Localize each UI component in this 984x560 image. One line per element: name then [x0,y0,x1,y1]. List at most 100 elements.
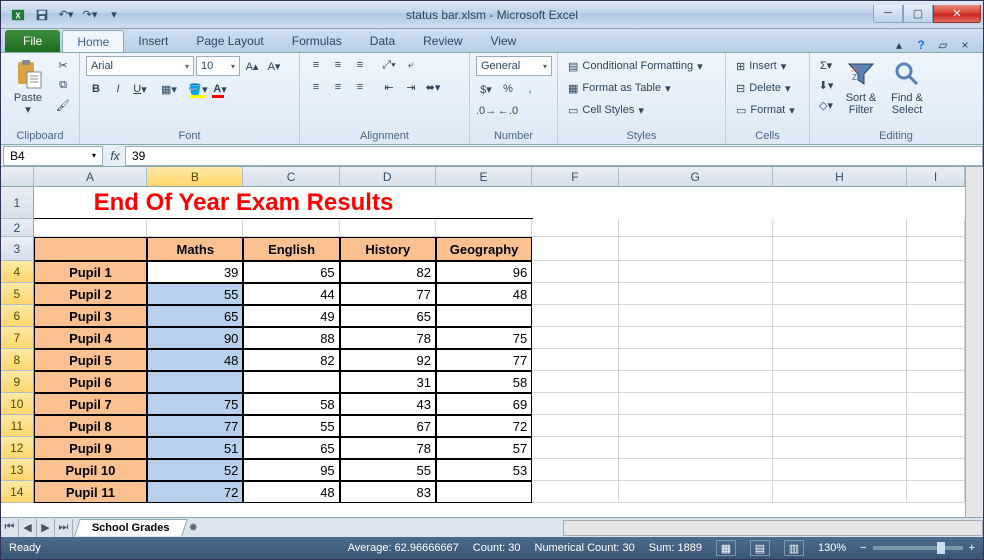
underline-icon[interactable]: U▾ [130,80,150,98]
find-select-button[interactable]: Find & Select [886,56,928,116]
bold-icon[interactable]: B [86,80,106,98]
maximize-button[interactable]: ▢ [903,5,933,23]
data-cell[interactable]: 78 [340,437,436,459]
data-cell[interactable]: 48 [436,283,532,305]
delete-cells-button[interactable]: ⊟Delete ▾ [732,78,795,98]
row-header-13[interactable]: 13 [1,459,34,481]
cut-icon[interactable]: ✂ [53,56,73,74]
cell[interactable] [907,481,965,503]
fill-color-icon[interactable]: 🪣▾ [188,80,208,98]
decrease-decimal-icon[interactable]: ←.0 [498,102,518,120]
row-header-3[interactable]: 3 [1,237,34,261]
column-header-H[interactable]: H [773,167,908,186]
cell[interactable] [773,393,908,415]
column-header-G[interactable]: G [619,167,773,186]
row-header-12[interactable]: 12 [1,437,34,459]
data-cell[interactable]: 44 [243,283,339,305]
row-header-14[interactable]: 14 [1,481,34,503]
data-cell[interactable]: 72 [147,481,243,503]
cell[interactable] [907,371,965,393]
column-header-D[interactable]: D [340,167,436,186]
cell[interactable] [773,371,908,393]
cell[interactable] [619,349,773,371]
cell[interactable] [773,437,908,459]
cell[interactable] [532,371,619,393]
cell[interactable] [619,327,773,349]
cell[interactable] [773,327,908,349]
tab-formulas[interactable]: Formulas [278,30,356,52]
cell[interactable] [773,187,907,219]
page-layout-view-icon[interactable]: ▤ [750,540,770,556]
row-header-4[interactable]: 4 [1,261,34,283]
data-cell[interactable]: 55 [340,459,436,481]
data-cell[interactable]: 83 [340,481,436,503]
data-cell[interactable] [436,305,532,327]
column-header-I[interactable]: I [907,167,965,186]
increase-indent-icon[interactable]: ⇥ [401,78,421,96]
zoom-slider[interactable] [873,546,963,550]
cell[interactable] [773,283,908,305]
cell[interactable] [773,481,908,503]
data-cell[interactable] [243,371,339,393]
cell[interactable] [907,187,965,219]
data-cell[interactable]: 67 [340,415,436,437]
close-workbook-icon[interactable]: × [957,38,973,52]
data-cell[interactable]: 48 [147,349,243,371]
data-cell[interactable] [436,481,532,503]
next-sheet-icon[interactable]: ▶ [37,519,55,537]
cell[interactable] [532,437,619,459]
data-cell[interactable]: 31 [340,371,436,393]
insert-cells-button[interactable]: ⊞Insert ▾ [732,56,790,76]
data-cell[interactable]: 58 [436,371,532,393]
cell[interactable] [532,237,619,261]
data-cell[interactable]: 77 [147,415,243,437]
grow-font-icon[interactable]: A▴ [242,57,262,75]
data-cell[interactable]: 78 [340,327,436,349]
column-header-B[interactable]: B [147,167,243,186]
cell[interactable] [619,237,773,261]
tab-file[interactable]: File [5,30,60,52]
format-as-table-button[interactable]: ▦Format as Table ▾ [564,78,675,98]
cell[interactable] [532,459,619,481]
cell[interactable] [533,187,620,219]
cell[interactable] [907,327,965,349]
data-cell[interactable]: 57 [436,437,532,459]
borders-icon[interactable]: ▦▾ [159,80,179,98]
wrap-text-icon[interactable]: ⤶ [401,56,421,74]
conditional-formatting-button[interactable]: ▤Conditional Formatting ▾ [564,56,707,76]
normal-view-icon[interactable]: ▦ [716,540,736,556]
zoom-out-icon[interactable]: − [860,542,866,554]
minimize-ribbon-icon[interactable]: ▴ [891,38,907,52]
data-cell[interactable]: 65 [147,305,243,327]
decrease-indent-icon[interactable]: ⇤ [379,78,399,96]
align-right-icon[interactable]: ≡ [350,78,370,96]
cell[interactable] [907,393,965,415]
data-cell[interactable]: 90 [147,327,243,349]
cell[interactable] [773,415,908,437]
data-cell[interactable]: 77 [340,283,436,305]
fill-icon[interactable]: ⬇▾ [816,76,836,94]
cell[interactable] [619,393,773,415]
data-cell[interactable]: 39 [147,261,243,283]
zoom-in-icon[interactable]: + [969,542,975,554]
row-header-11[interactable]: 11 [1,415,34,437]
cell[interactable] [773,237,908,261]
tab-insert[interactable]: Insert [124,30,182,52]
cell[interactable] [907,459,965,481]
data-cell[interactable]: 75 [436,327,532,349]
column-header-F[interactable]: F [532,167,619,186]
data-cell[interactable]: 65 [340,305,436,327]
cell[interactable] [619,415,773,437]
cell[interactable] [243,219,339,237]
cell[interactable] [532,327,619,349]
column-header-A[interactable]: A [34,167,148,186]
cell[interactable] [532,481,619,503]
tab-view[interactable]: View [477,30,531,52]
data-cell[interactable] [147,371,243,393]
row-header-7[interactable]: 7 [1,327,34,349]
format-painter-icon[interactable]: 🖌 [53,96,73,114]
comma-icon[interactable]: , [520,80,540,98]
shrink-font-icon[interactable]: A▾ [264,57,284,75]
data-cell[interactable]: 92 [340,349,436,371]
column-header-C[interactable]: C [243,167,339,186]
